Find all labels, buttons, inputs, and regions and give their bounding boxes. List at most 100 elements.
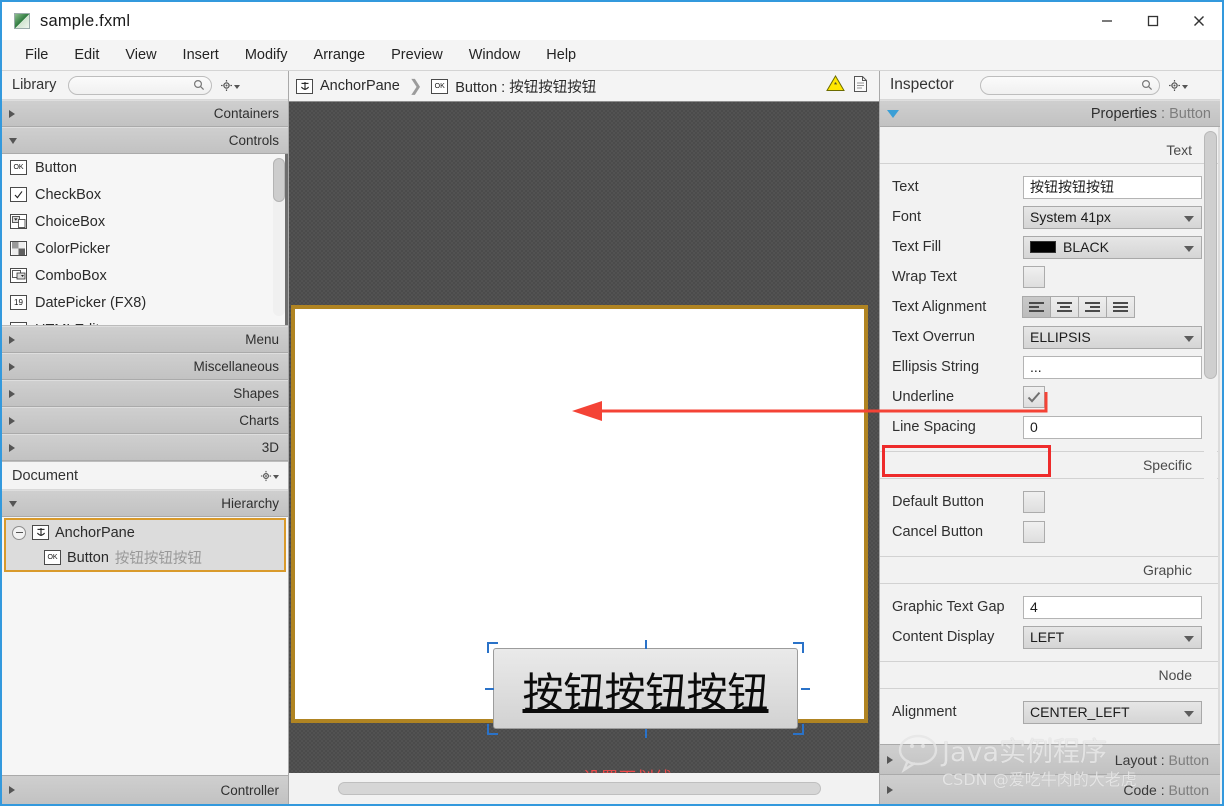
close-icon[interactable] [1176, 2, 1222, 40]
library-section-miscellaneous[interactable]: Miscellaneous [2, 353, 288, 380]
library-search-input[interactable] [68, 75, 213, 95]
selection-handle-bottom-left[interactable] [487, 724, 498, 735]
inspector-scrollbar-thumb[interactable] [1204, 131, 1217, 379]
canvas-scrollbar-thumb[interactable] [338, 782, 821, 795]
menu-insert[interactable]: Insert [170, 43, 232, 67]
maximize-icon[interactable] [1130, 2, 1176, 40]
layout-label: Layout [1114, 751, 1157, 768]
tree-item-button[interactable]: OK Button 按钮按钮按钮 [6, 545, 284, 570]
menu-view[interactable]: View [112, 43, 169, 67]
document-icon[interactable] [853, 75, 869, 98]
font-select[interactable]: System 41px [1023, 205, 1202, 229]
default-button-checkbox[interactable] [1023, 491, 1045, 513]
library-item-combobox[interactable]: ComboBox [2, 262, 288, 289]
selection-handle-bottom[interactable] [645, 729, 647, 738]
properties-section-header[interactable]: Properties : Button [880, 100, 1220, 127]
align-center-button[interactable] [1050, 296, 1079, 318]
props-top-gap [880, 127, 1220, 137]
collapse-icon[interactable] [12, 525, 26, 540]
document-settings-button[interactable] [260, 470, 279, 482]
chevron-down-icon [234, 84, 241, 89]
breadcrumb: AnchorPane ❯ OK Button : 按钮按钮按钮 * [289, 71, 879, 102]
menu-preview[interactable]: Preview [378, 43, 456, 67]
content-display-select[interactable]: LEFT [1023, 625, 1202, 649]
library-section-menu[interactable]: Menu [2, 326, 288, 353]
warning-triangle-icon[interactable]: * [826, 75, 845, 97]
selection-handle-top-left[interactable] [487, 642, 498, 653]
inspector-settings-button[interactable] [1168, 79, 1188, 92]
cancel-button-checkbox[interactable] [1023, 521, 1045, 543]
text-input[interactable]: 按钮按钮按钮 [1023, 175, 1202, 199]
font-value: System 41px [1030, 209, 1111, 225]
selection-handle-right[interactable] [801, 688, 810, 690]
selection-handle-left[interactable] [485, 688, 494, 690]
search-icon [1141, 79, 1152, 91]
row-label: Line Spacing [892, 419, 976, 435]
graphic-text-gap-input[interactable]: 4 [1023, 595, 1202, 619]
align-right-button[interactable] [1078, 296, 1107, 318]
ellipsis-string-input[interactable]: ... [1023, 355, 1202, 379]
inspector-bottom-bars: Layout : Button Code : Button [880, 744, 1220, 804]
library-item-choicebox[interactable]: ChoiceBox [2, 208, 288, 235]
menu-help[interactable]: Help [533, 43, 589, 67]
chevron-right-icon [9, 362, 15, 371]
tree-item-anchorpane[interactable]: AnchorPane [6, 520, 284, 545]
underline-checkbox[interactable] [1023, 386, 1045, 408]
align-left-button[interactable] [1022, 296, 1051, 318]
layout-section-header[interactable]: Layout : Button [880, 744, 1220, 774]
properties-body: Text Text 按钮按钮按钮 Font System 41px Text F… [880, 127, 1220, 744]
left-panel: Library Containers Controls OK Button Ch… [2, 71, 289, 804]
menu-edit[interactable]: Edit [61, 43, 112, 67]
chevron-down-icon [887, 109, 899, 118]
menu-arrange[interactable]: Arrange [301, 43, 379, 67]
library-scrollbar-thumb[interactable] [273, 158, 285, 202]
menu-window[interactable]: Window [456, 43, 534, 67]
chevron-right-icon [9, 389, 15, 398]
layout-target: Button [1168, 751, 1209, 768]
alignment-select[interactable]: CENTER_LEFT [1023, 700, 1202, 724]
code-section-header[interactable]: Code : Button [880, 774, 1220, 804]
wrap-text-checkbox[interactable] [1023, 266, 1045, 288]
library-item-button[interactable]: OK Button [2, 154, 288, 181]
menu-file[interactable]: File [12, 43, 61, 67]
line-spacing-input[interactable]: 0 [1023, 415, 1202, 439]
breadcrumb-root[interactable]: AnchorPane [320, 78, 400, 94]
row-text-fill: Text Fill BLACK [880, 232, 1220, 262]
library-settings-button[interactable] [220, 79, 241, 92]
row-ellipsis-string: Ellipsis String ... [880, 352, 1220, 382]
selection-handle-bottom-right[interactable] [793, 724, 804, 735]
chevron-right-icon [9, 786, 15, 794]
library-list-edge [285, 154, 288, 325]
design-canvas[interactable]: 按钮按钮按钮 设置下划线 [289, 102, 879, 773]
menu-modify[interactable]: Modify [232, 43, 301, 67]
library-item-htmleditor[interactable]: <> HTMLEditor [2, 316, 288, 326]
section-label-specific: Specific [880, 451, 1220, 479]
code-target: Button [1168, 781, 1209, 798]
library-section-controls[interactable]: Controls [2, 127, 288, 154]
minimize-icon[interactable] [1084, 2, 1130, 40]
library-section-3d[interactable]: 3D [2, 434, 288, 461]
selection-handle-top[interactable] [645, 640, 647, 649]
library-title: Library [12, 77, 57, 93]
align-justify-button[interactable] [1106, 296, 1135, 318]
library-item-label: ColorPicker [35, 240, 110, 257]
text-fill-select[interactable]: BLACK [1023, 235, 1202, 259]
document-title: Document [12, 467, 79, 484]
hierarchy-section-header[interactable]: Hierarchy [2, 490, 288, 517]
selection-handle-top-right[interactable] [793, 642, 804, 653]
design-button[interactable]: 按钮按钮按钮 [493, 648, 798, 729]
breadcrumb-leaf[interactable]: Button : 按钮按钮按钮 [455, 76, 596, 97]
library-item-datepicker[interactable]: 19 DatePicker (FX8) [2, 289, 288, 316]
controller-section-header[interactable]: Controller [2, 775, 288, 804]
library-section-containers[interactable]: Containers [2, 100, 288, 127]
anchorpane-root[interactable]: 按钮按钮按钮 设置下划线 [291, 305, 868, 773]
text-overrun-select[interactable]: ELLIPSIS [1023, 325, 1202, 349]
inspector-search-input[interactable] [979, 75, 1160, 95]
library-item-checkbox[interactable]: CheckBox [2, 181, 288, 208]
window-title: sample.fxml [40, 11, 131, 30]
library-item-label: HTMLEditor [35, 322, 112, 326]
library-section-shapes[interactable]: Shapes [2, 380, 288, 407]
library-item-colorpicker[interactable]: ColorPicker [2, 235, 288, 262]
canvas-horizontal-scrollbar[interactable] [289, 773, 879, 804]
library-section-charts[interactable]: Charts [2, 407, 288, 434]
